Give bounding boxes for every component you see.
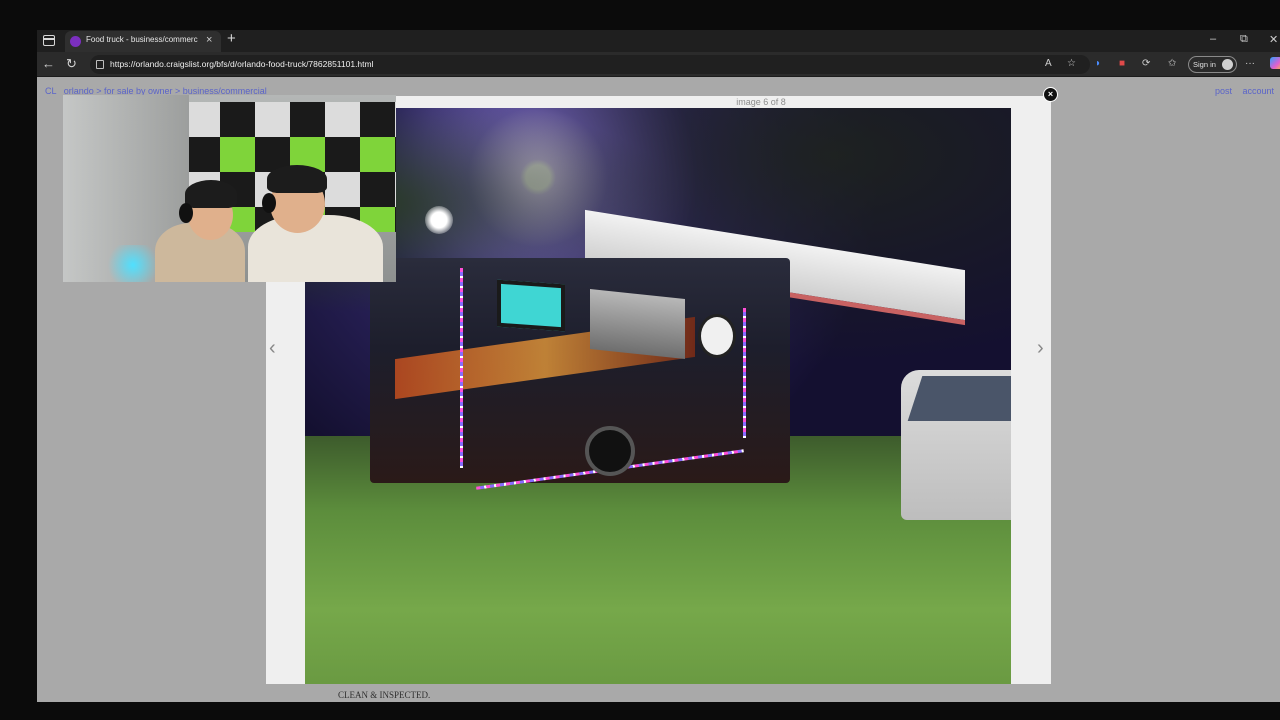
site-info-icon[interactable] [96, 60, 104, 69]
tab-close-icon[interactable]: × [206, 34, 212, 46]
extension-icon[interactable]: ■ [1119, 58, 1125, 69]
new-tab-button[interactable]: + [227, 30, 236, 47]
photo-led-strip [743, 308, 746, 438]
close-window-button[interactable]: ✕ [1269, 33, 1278, 46]
person-left-cap [185, 180, 237, 208]
webcam-light-glow [103, 245, 163, 282]
sign-in-label: Sign in [1193, 60, 1216, 69]
photo-tv [497, 279, 565, 332]
read-aloud-icon[interactable]: A [1045, 58, 1052, 69]
photo-led-strip [460, 268, 463, 468]
more-menu-icon[interactable]: ··· [1245, 58, 1255, 69]
food-truck-photo[interactable] [305, 108, 1011, 684]
avatar [1222, 59, 1233, 70]
tab-actions-icon[interactable] [43, 35, 55, 46]
prev-image-button[interactable]: ‹ [269, 337, 276, 360]
extension-icon[interactable]: ◗ [1095, 58, 1101, 69]
back-button[interactable]: ← [42, 56, 55, 71]
photo-wheel [585, 426, 635, 476]
headphones-icon [262, 193, 276, 213]
photo-light [425, 206, 453, 234]
tab-title: Food truck - business/commercial [86, 35, 198, 44]
tab-food-truck[interactable]: Food truck - business/commercial × [65, 31, 221, 52]
favorites-icon[interactable]: ✩ [1168, 58, 1176, 69]
craigslist-logo[interactable]: CL [45, 86, 56, 96]
photo-car-windshield [907, 376, 1011, 421]
url-text: https://orlando.craigslist.org/bfs/d/orl… [110, 59, 374, 69]
person-right-cap [267, 165, 327, 193]
headphones-icon [179, 203, 193, 223]
sign-in-button[interactable]: Sign in [1188, 56, 1237, 73]
minimize-button[interactable]: – [1210, 33, 1216, 45]
url-field[interactable]: https://orlando.craigslist.org/bfs/d/orl… [90, 55, 1090, 74]
craigslist-favicon-icon [70, 36, 81, 47]
photo-truck-logo [698, 314, 736, 358]
listing-description: CLEAN & INSPECTED. [338, 690, 431, 700]
close-lightbox-button[interactable]: × [1043, 87, 1058, 102]
copilot-icon[interactable] [1270, 57, 1280, 69]
image-counter: image 6 of 8 [736, 97, 786, 107]
address-bar: ← ↻ https://orlando.craigslist.org/bfs/d… [37, 52, 1280, 77]
reload-button[interactable]: ↻ [66, 56, 77, 72]
tab-bar: Food truck - business/commercial × + – ⧉… [37, 30, 1280, 52]
webcam-overlay [63, 95, 396, 282]
favorite-icon[interactable]: ☆ [1067, 58, 1076, 69]
next-image-button[interactable]: › [1037, 337, 1044, 360]
header-links: post account [1207, 86, 1274, 96]
refresh-icon[interactable]: ⟳ [1142, 58, 1150, 69]
restore-button[interactable]: ⧉ [1240, 33, 1248, 46]
photo-service-window [590, 289, 685, 359]
post-link[interactable]: post [1215, 86, 1232, 96]
account-link[interactable]: account [1242, 86, 1274, 96]
